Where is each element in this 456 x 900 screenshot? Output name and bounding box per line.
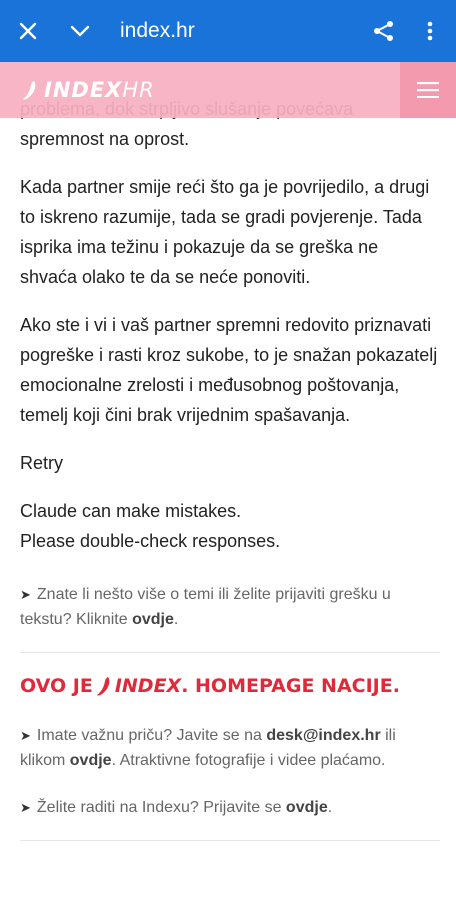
arrow-icon: ➤ <box>20 728 31 743</box>
disclaimer-line: Please double-check responses. <box>20 531 281 551</box>
article-paragraph: Kada partner smije reći što ga je povrij… <box>20 177 430 287</box>
arrow-icon: ➤ <box>20 587 31 602</box>
retry-text: Retry <box>20 453 64 473</box>
close-icon[interactable] <box>8 0 48 62</box>
contact-text: Imate važnu priču? Javite se na <box>36 727 267 744</box>
disclaimer-line: Claude can make mistakes. <box>20 501 242 521</box>
jobs-end: . <box>327 799 333 816</box>
report-text: Znate li nešto više o temi ili želite pr… <box>20 586 391 628</box>
divider <box>20 652 440 653</box>
share-icon[interactable] <box>364 0 404 62</box>
article-scroll-area[interactable]: problema, dok strpljivo slušanje povećav… <box>0 62 456 900</box>
report-link[interactable]: ovdje <box>132 611 174 628</box>
arrow-icon: ➤ <box>20 800 31 815</box>
site-menu-button[interactable] <box>400 62 456 118</box>
slogan-part2: . HOMEPAGE NACIJE. <box>181 675 400 697</box>
contact-note: ➤ Imate važnu priču? Javite se na desk@in… <box>20 723 440 773</box>
index-logo[interactable]: INDEXHR <box>22 62 155 118</box>
logo-suffix: HR <box>122 78 155 102</box>
article-paragraph: Ako ste i vi i vaš partner spremni redov… <box>20 315 438 425</box>
divider <box>20 840 440 841</box>
contact-email-link[interactable]: desk@index.hr <box>266 727 380 744</box>
browser-toolbar: index.hr <box>0 0 456 62</box>
chili-icon <box>23 81 36 100</box>
chevron-down-icon[interactable] <box>60 0 100 62</box>
contact-link[interactable]: ovdje <box>70 752 112 769</box>
url-label[interactable]: index.hr <box>120 0 195 62</box>
report-error-note: ➤ Znate li nešto više o temi ili želite p… <box>20 582 440 632</box>
slogan-brand: INDEX <box>114 675 182 697</box>
logo-text: INDEX <box>44 78 123 102</box>
homepage-slogan: OVO JE INDEX . HOMEPAGE NACIJE. <box>20 671 440 701</box>
jobs-link[interactable]: ovdje <box>286 799 328 816</box>
site-header: INDEXHR <box>0 62 456 118</box>
jobs-note: ➤ Želite raditi na Indexu? Prijavite se o… <box>20 795 440 820</box>
contact-text: . Atraktivne fotografije i videe plaćamo… <box>111 752 386 769</box>
hamburger-icon <box>417 82 439 98</box>
jobs-text: Želite raditi na Indexu? Prijavite se <box>36 799 286 816</box>
chili-icon <box>96 677 110 696</box>
slogan-part1: OVO JE <box>20 675 93 697</box>
more-vertical-icon[interactable] <box>414 0 446 62</box>
article-body: problema, dok strpljivo slušanje povećav… <box>20 94 440 841</box>
report-end: . <box>173 611 179 628</box>
